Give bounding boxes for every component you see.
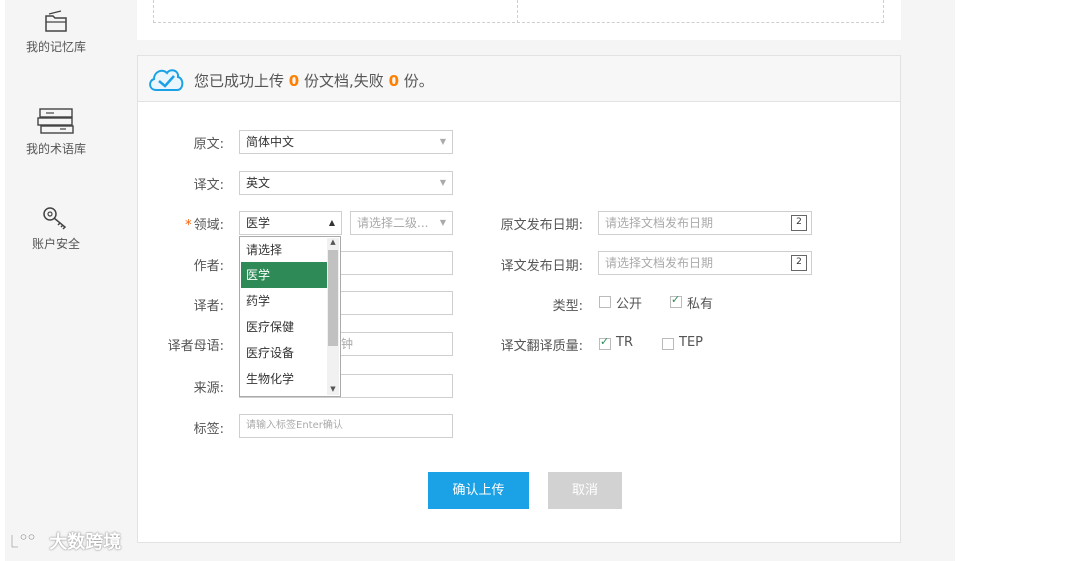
dropdown-option-selected[interactable]: 医学	[241, 262, 328, 288]
translator-label: 译者:	[193, 299, 224, 314]
watermark-text: 大数跨境	[49, 532, 122, 553]
type-public-checkbox[interactable]	[599, 296, 611, 308]
translator-native-label: 译者母语:	[167, 339, 224, 354]
source-date-placeholder: 请选择文档发布日期	[605, 216, 714, 230]
chevron-down-icon: ▼	[439, 218, 446, 227]
dropdown-option[interactable]: 医疗保健	[241, 314, 328, 340]
required-mark: *	[185, 218, 192, 233]
type-public-label: 公开	[616, 297, 643, 312]
type-private-label: 私有	[687, 297, 714, 312]
dropdown-option[interactable]: 生物化学	[241, 366, 328, 392]
sidebar-item-memory[interactable]: 我的记忆库	[5, 10, 107, 55]
watermark: 大数跨境	[9, 528, 121, 554]
upload-status-text: 您已成功上传 0 份文档,失败 0 份。	[194, 70, 434, 91]
domain-label-text: 领域:	[193, 218, 224, 233]
sidebar-item-security[interactable]: 账户安全	[5, 205, 107, 252]
key-icon	[43, 207, 67, 230]
quality-tr-label: TR	[616, 335, 633, 350]
translator-native-fragment: 钟	[341, 337, 354, 351]
scroll-down-icon[interactable]: ▼	[327, 385, 339, 395]
domain-dropdown-list[interactable]: 请选择 医学 药学 医疗保健 医疗设备 生物化学 ▲ ▼	[239, 236, 341, 397]
tags-label: 标签:	[193, 422, 224, 437]
quality-tep-checkbox[interactable]	[662, 338, 674, 350]
sidebar-item-label: 账户安全	[31, 237, 80, 251]
source-language-select[interactable]: 简体中文 ▼	[239, 130, 453, 154]
calendar-icon[interactable]: 2	[791, 255, 807, 271]
subdomain-select[interactable]: 请选择二级... ▼	[350, 211, 453, 235]
confirm-upload-button[interactable]: 确认上传	[428, 472, 529, 509]
books-icon	[37, 108, 74, 134]
subdomain-placeholder: 请选择二级...	[357, 216, 429, 230]
chevron-up-icon: ▲	[328, 218, 335, 227]
quality-label: 译文翻译质量:	[500, 339, 583, 354]
sidebar-item-label: 我的记忆库	[25, 40, 86, 54]
chevron-down-icon: ▼	[439, 137, 446, 146]
chevron-down-icon: ▼	[439, 178, 446, 187]
target-language-value: 英文	[246, 176, 271, 190]
dashed-box	[153, 0, 884, 23]
domain-select[interactable]: 医学 ▲	[239, 211, 342, 235]
type-label: 类型:	[552, 299, 583, 314]
cloud-check-icon	[149, 69, 184, 91]
target-date-picker[interactable]: 请选择文档发布日期 2	[598, 251, 812, 275]
target-language-label: 译文:	[193, 178, 224, 193]
fail-count: 0	[388, 72, 400, 90]
sidebar-item-terms[interactable]: 我的术语库	[5, 106, 107, 157]
watermark-logo-icon	[10, 533, 36, 549]
source-language-label: 原文:	[193, 137, 224, 152]
target-date-label: 译文发布日期:	[500, 259, 583, 274]
dropdown-option[interactable]: 药学	[241, 288, 328, 314]
target-date-placeholder: 请选择文档发布日期	[605, 256, 714, 270]
sidebar: 我的记忆库 我的术语库 账户安全	[5, 0, 137, 561]
sidebar-item-label: 我的术语库	[25, 142, 86, 156]
source-date-picker[interactable]: 请选择文档发布日期 2	[598, 211, 812, 235]
type-private-checkbox[interactable]	[670, 293, 682, 308]
calendar-icon[interactable]: 2	[791, 215, 807, 231]
panel-header: 您已成功上传 0 份文档,失败 0 份。	[138, 56, 900, 102]
author-label: 作者:	[193, 259, 224, 274]
scrollbar-thumb[interactable]	[328, 250, 338, 346]
folder-icon	[45, 10, 67, 32]
quality-tr-checkbox[interactable]	[599, 335, 611, 350]
upload-drop-area	[137, 0, 901, 40]
status-prefix: 您已成功上传	[194, 72, 285, 90]
dashed-divider	[517, 0, 518, 23]
dropdown-option[interactable]: 请选择	[241, 237, 328, 263]
source-language-value: 简体中文	[246, 135, 295, 149]
domain-label: * 领域:	[160, 214, 224, 233]
scroll-up-icon[interactable]: ▲	[327, 238, 339, 248]
source-date-label: 原文发布日期:	[500, 218, 583, 233]
success-count: 0	[288, 72, 300, 90]
dropdown-scrollbar[interactable]: ▲ ▼	[327, 238, 339, 395]
cancel-button[interactable]: 取消	[548, 472, 622, 509]
source-origin-label: 来源:	[193, 381, 224, 396]
domain-value: 医学	[246, 216, 271, 230]
status-suffix: 份。	[403, 72, 434, 90]
tags-input[interactable]: 请输入标签Enter确认	[239, 414, 453, 438]
quality-tep-label: TEP	[679, 335, 703, 350]
status-middle: 份文档,失败	[304, 72, 384, 90]
target-language-select[interactable]: 英文 ▼	[239, 171, 453, 195]
dropdown-option[interactable]: 医疗设备	[241, 340, 328, 366]
